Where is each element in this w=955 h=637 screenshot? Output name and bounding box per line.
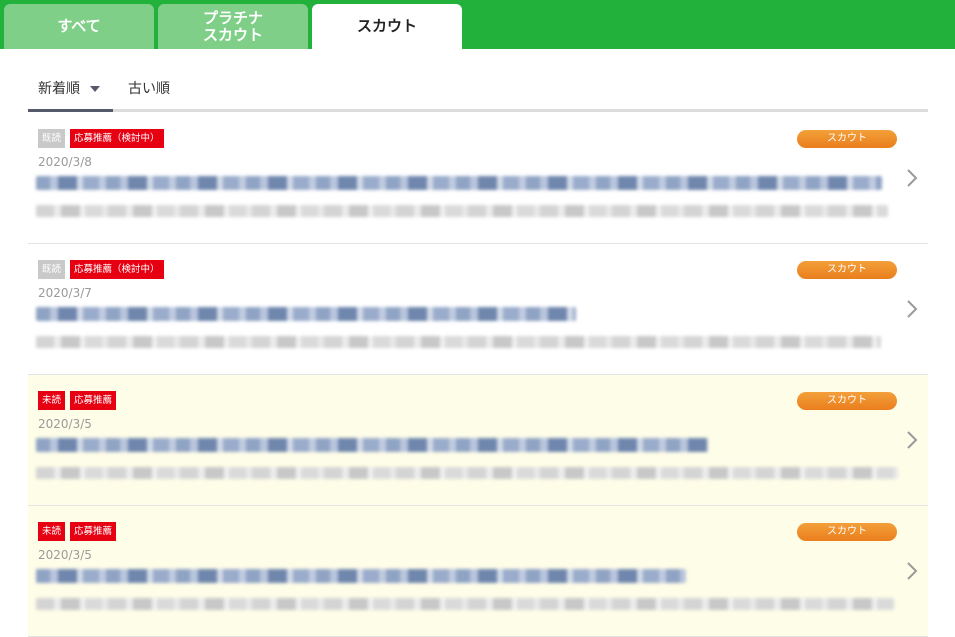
blurred-message-preview [36,598,894,610]
chevron-right-icon [907,300,918,318]
tab-all[interactable]: すべて [4,4,154,49]
blurred-message-title [36,176,882,190]
badge-group: 既読 応募推薦（検討中） [38,260,164,279]
chevron-right-icon [907,431,918,449]
message-item[interactable]: 未読 応募推薦 スカウト 2020/3/5 [28,506,928,637]
message-item[interactable]: 未読 応募推薦 スカウト 2020/3/5 [28,375,928,506]
sort-oldest-label: 古い順 [128,80,170,97]
chevron-right-icon [907,169,918,187]
blurred-message-title [36,569,686,583]
message-date: 2020/3/8 [38,155,92,169]
scout-category-pill: スカウト [797,392,897,410]
chevron-right-icon [907,562,918,580]
blurred-message-preview [36,467,898,479]
blurred-message-preview [36,205,888,217]
message-list: 既読 応募推薦（検討中） スカウト 2020/3/8 既読 応募推薦（検討中） … [28,113,928,637]
message-date: 2020/3/5 [38,548,92,562]
blurred-message-preview [36,336,881,348]
badge-group: 既読 応募推薦（検討中） [38,129,164,148]
message-date: 2020/3/5 [38,417,92,431]
tab-platinum-scout[interactable]: プラチナ スカウト [158,4,308,49]
caret-down-icon [90,85,100,92]
read-status-badge: 未読 [38,522,66,541]
scout-category-pill: スカウト [797,261,897,279]
blurred-message-title [36,438,708,452]
blurred-message-title [36,307,576,321]
read-status-badge: 既読 [38,260,66,279]
tab-platinum-scout-label: プラチナ スカウト [202,8,263,44]
tab-all-label: すべて [57,17,101,35]
sort-bar: 新着順 古い順 [28,66,928,112]
badge-group: 未読 応募推薦 [38,391,117,410]
tab-scout-label: スカウト [356,17,417,35]
application-status-badge: 応募推薦（検討中） [70,260,164,279]
sort-newest[interactable]: 新着順 [28,66,113,112]
message-item[interactable]: 既読 応募推薦（検討中） スカウト 2020/3/7 [28,244,928,375]
message-date: 2020/3/7 [38,286,92,300]
read-status-badge: 既読 [38,129,66,148]
read-status-badge: 未読 [38,391,66,410]
application-status-badge: 応募推薦 [70,522,117,541]
message-item[interactable]: 既読 応募推薦（検討中） スカウト 2020/3/8 [28,113,928,244]
scout-category-pill: スカウト [797,130,897,148]
badge-group: 未読 応募推薦 [38,522,117,541]
tab-scout[interactable]: スカウト [312,4,462,49]
scout-category-pill: スカウト [797,523,897,541]
application-status-badge: 応募推薦 [70,391,117,410]
application-status-badge: 応募推薦（検討中） [70,129,164,148]
sort-newest-label: 新着順 [38,80,80,97]
tab-bar: すべて プラチナ スカウト スカウト [0,0,955,49]
sort-oldest[interactable]: 古い順 [128,66,170,109]
